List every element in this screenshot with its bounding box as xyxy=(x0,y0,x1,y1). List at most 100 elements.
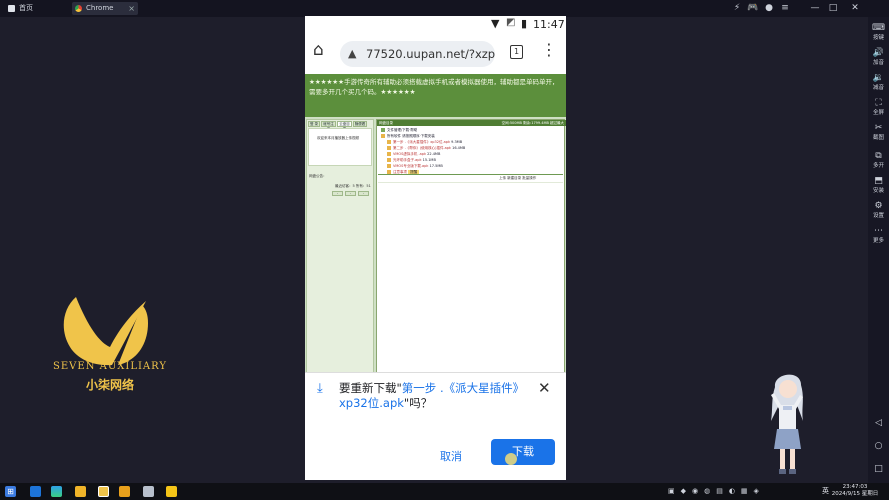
panel-quota: 空间:500MB 剩余:1799.4MB 超过最大 xyxy=(501,121,564,125)
user-icon[interactable]: ● xyxy=(762,2,776,15)
recents-icon[interactable]: □ xyxy=(868,464,889,474)
sidebar-button-0[interactable]: ⌨ 按键 xyxy=(868,23,889,41)
left-button-1[interactable]: · xyxy=(332,191,343,196)
start-icon[interactable]: ⊞ xyxy=(5,486,16,497)
panel-footer-links[interactable]: 上传 新建目录 批量操作 xyxy=(499,176,536,181)
sidebar-button-5[interactable]: ⧉ 多开 xyxy=(868,151,889,169)
left-button-3[interactable]: · xyxy=(358,191,369,196)
file-name[interactable]: 光环助手盒子.apk xyxy=(393,158,422,162)
sidebar-label: 减音 xyxy=(872,85,884,91)
folder-title[interactable]: 所有软件 请按照顺序·下载安装 xyxy=(381,134,435,139)
footer-link-batch[interactable]: 批量操作 xyxy=(522,176,536,180)
app-notes-icon[interactable] xyxy=(143,486,154,497)
address-bar[interactable]: ▲ 77520.uupan.net/?xzpd= xyxy=(340,41,495,67)
sidebar-label: 按键 xyxy=(872,35,884,41)
tab-home[interactable]: 首页 xyxy=(5,2,65,15)
file-name[interactable]: 第一步 .《派大星插件》xp32位.apk xyxy=(393,140,450,144)
file-size: 17.5MB xyxy=(429,164,443,168)
app-yellow-icon[interactable] xyxy=(166,486,177,497)
tab-close-icon[interactable]: × xyxy=(128,2,135,15)
sidebar-label: 更多 xyxy=(872,238,884,244)
overflow-menu-icon[interactable]: ⋮ xyxy=(541,42,557,58)
home-button[interactable]: ⌂ xyxy=(313,40,324,60)
back-icon[interactable]: ◁ xyxy=(868,418,889,428)
app-folder-icon[interactable] xyxy=(119,486,130,497)
sidebar-label: 截图 xyxy=(872,135,884,141)
download-message: 要重新下载"第一步 .《派大星插件》xp32位.apk"吗？ xyxy=(339,381,529,411)
left-button-2[interactable]: · xyxy=(345,191,356,196)
gamepad-icon[interactable]: 🎮 xyxy=(746,2,760,15)
system-tray-icons[interactable]: ▣◆◉◍▤◐▦◈ xyxy=(668,486,818,497)
url-text: 77520.uupan.net/?xzpd= xyxy=(366,47,495,61)
panel-header: 网盘目录 空间:500MB 剩余:1799.4MB 超过最大 xyxy=(377,120,566,126)
footer-link-upload[interactable]: 上传 xyxy=(499,176,506,180)
app-u-icon[interactable] xyxy=(30,486,41,497)
tab-login[interactable]: 登 录 xyxy=(308,121,320,127)
close-icon[interactable]: ✕ xyxy=(848,2,862,15)
cancel-button[interactable]: 取消 xyxy=(431,447,471,467)
sidebar-button-6[interactable]: ⬒ 安装 xyxy=(868,176,889,194)
boost-icon[interactable]: ⚡ xyxy=(730,2,744,15)
wifi-icon: ▼ xyxy=(491,17,500,30)
download-button[interactable]: 下载 xyxy=(491,439,555,465)
left-panel: 登 录 帐号注册 云盘目录 随便看 欢迎来本月播放器上传视频 网盘公告： 最近访… xyxy=(306,119,374,387)
tab-browse[interactable]: 随便看 xyxy=(353,121,367,127)
footer-link-newdir[interactable]: 新建目录 xyxy=(507,176,521,180)
download-suffix: "吗？ xyxy=(403,396,433,410)
file-icon xyxy=(387,140,391,144)
edge-icon[interactable] xyxy=(51,486,62,497)
explorer-icon[interactable] xyxy=(75,486,86,497)
tab-register[interactable]: 帐号注册 xyxy=(321,121,336,131)
menu-icon[interactable]: ≡ xyxy=(778,2,792,15)
file-row[interactable]: 第二步 .《帮你》(使用核心)插件.apk 16.4MB xyxy=(387,146,465,151)
left-welcome-text: 欢迎来本月播放器上传视频 xyxy=(317,136,359,140)
sidebar-button-7[interactable]: ⚙ 设置 xyxy=(868,201,889,219)
file-row[interactable]: 第一步 .《派大星插件》xp32位.apk 9.3MB xyxy=(387,140,462,145)
emulator-icon[interactable] xyxy=(98,486,109,497)
taskbar-clock[interactable]: 23:47:03 2024/9/15 星期日 xyxy=(825,484,885,498)
file-row[interactable]: 光环助手盒子.apk 15.1MB xyxy=(387,158,436,163)
sidebar-button-4[interactable]: ✂ 截图 xyxy=(868,123,889,141)
anime-character xyxy=(771,374,803,474)
sidebar-label: 多开 xyxy=(872,163,884,169)
download-prompt: ⤓ 要重新下载"第一步 .《派大星插件》xp32位.apk"吗？ ✕ 取消 下载 xyxy=(305,372,566,480)
file-size: 15.1MB xyxy=(422,158,436,162)
taskbar: ⊞ ▣◆◉◍▤◐▦◈ 英 23:47:03 2024/9/15 星期日 xyxy=(0,483,889,500)
install-icon: ⬒ xyxy=(874,176,883,186)
close-icon[interactable]: ✕ xyxy=(538,379,551,397)
emulator-title-bar: 首页 Chrome × ⚡ 🎮 ● ≡ — □ ✕ xyxy=(0,0,889,17)
file-name[interactable]: VMOS虚拟手机 .apk xyxy=(393,152,426,156)
file-row[interactable]: VMOS虚拟手机 .apk 22.4MB xyxy=(387,152,440,157)
folder-title-label: 所有软件 请按照顺序·下载安装 xyxy=(387,134,435,138)
file-icon xyxy=(387,146,391,150)
sidebar-button-1[interactable]: 🔊 加音 xyxy=(868,48,889,66)
download-icon: ⤓ xyxy=(317,381,323,396)
brand-name-cn: 小柒网络 xyxy=(85,378,134,392)
settings-icon: ⚙ xyxy=(874,201,883,211)
sidebar-button-3[interactable]: ⛶ 全屏 xyxy=(868,98,889,116)
tab-switcher-button[interactable]: 1 xyxy=(510,45,523,59)
minimize-icon[interactable]: — xyxy=(808,2,822,15)
file-name[interactable]: VMOS专业版下载.apk xyxy=(393,164,428,168)
folder-icon xyxy=(381,134,385,138)
help-link[interactable]: 文件管理/下载·帮助 xyxy=(381,128,417,133)
left-notice-label: 网盘公告： xyxy=(309,174,327,178)
status-time: 11:47 xyxy=(533,18,565,31)
maximize-icon[interactable]: □ xyxy=(826,2,840,15)
download-prefix: 要重新下载" xyxy=(339,381,402,395)
sidebar-label: 设置 xyxy=(872,213,884,219)
webpage: ★★★★★★手游传奇所有辅助必须搭载虚拟手机或者模拟器使用，辅助都是单码单开，需… xyxy=(305,74,566,392)
touch-cursor xyxy=(505,453,517,465)
tab-directory[interactable]: 云盘目录 xyxy=(337,121,352,131)
tab-chrome[interactable]: Chrome × xyxy=(72,2,138,15)
chrome-icon xyxy=(75,5,82,12)
help-link-label: 文件管理/下载·帮助 xyxy=(387,128,418,132)
panel-header-left: 网盘目录 xyxy=(379,121,393,125)
sidebar-button-8[interactable]: ⋯ 更多 xyxy=(868,226,889,244)
file-row[interactable]: VMOS专业版下载.apk 17.5MB xyxy=(387,164,443,169)
file-name[interactable]: 第二步 .《帮你》(使用核心)插件.apk xyxy=(393,146,451,150)
home-circle-icon[interactable]: ○ xyxy=(868,441,889,451)
clock-date: 2024/9/15 星期日 xyxy=(831,491,879,497)
warning-icon: ▲ xyxy=(348,47,357,60)
sidebar-button-2[interactable]: 🔉 减音 xyxy=(868,73,889,91)
